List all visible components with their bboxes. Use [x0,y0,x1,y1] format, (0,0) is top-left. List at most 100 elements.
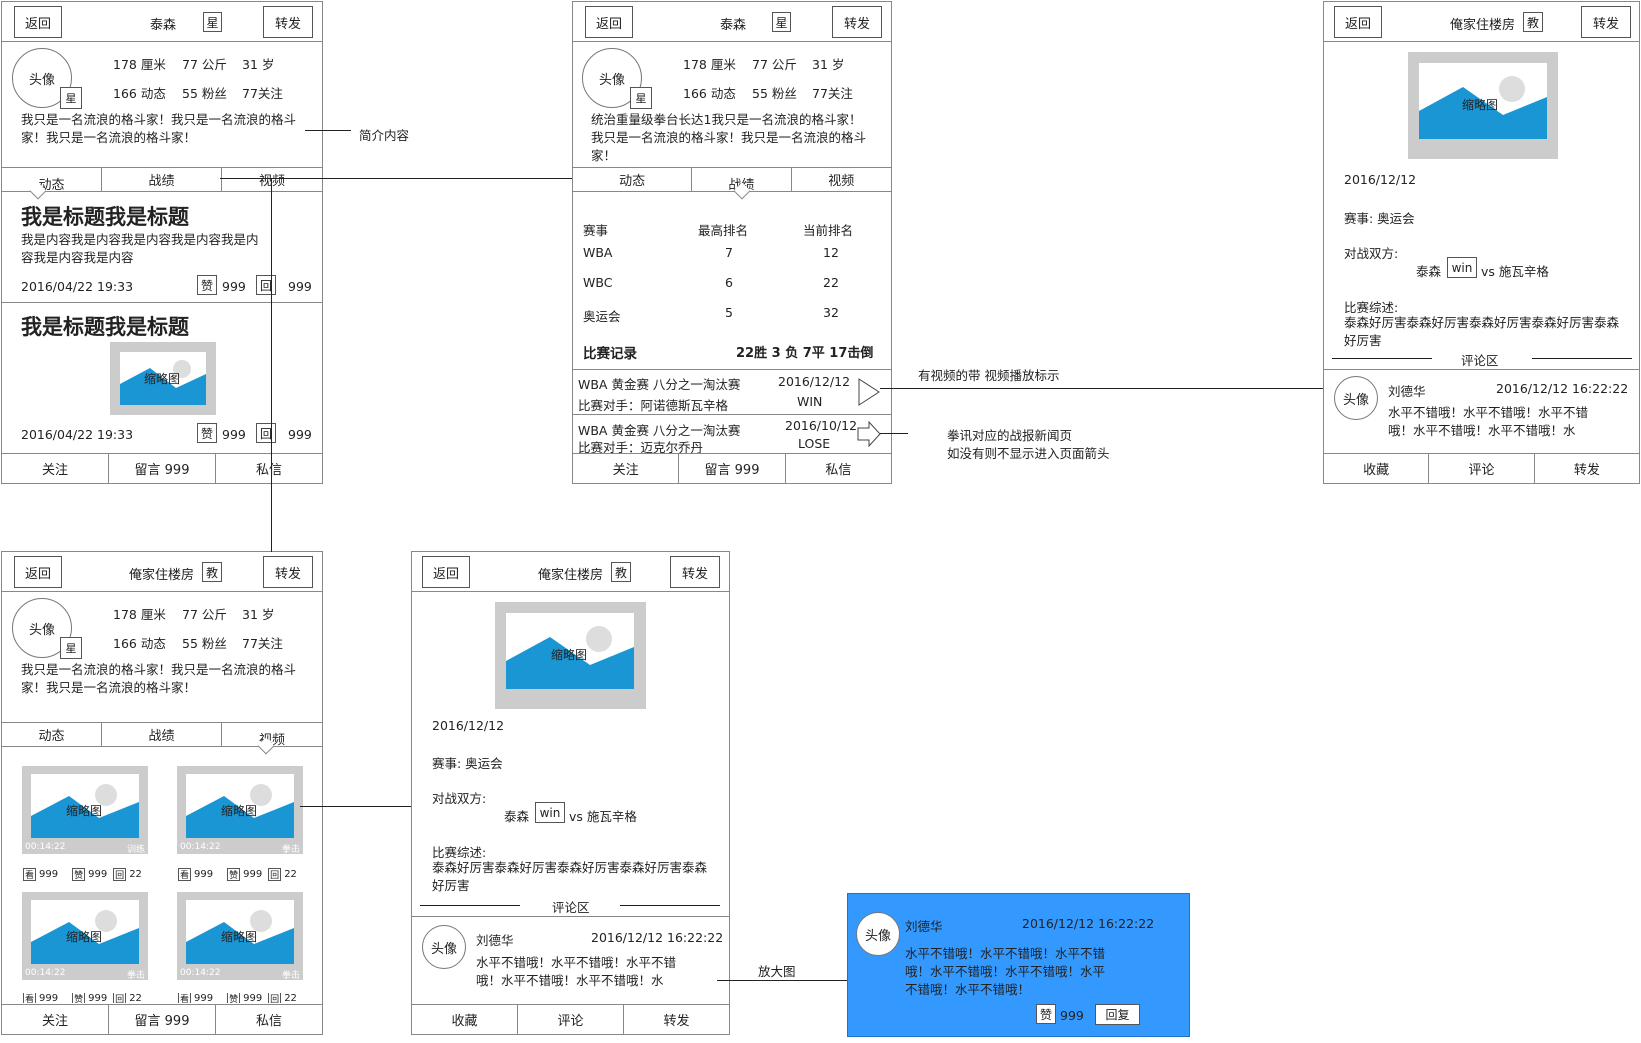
message-button[interactable]: 留言 999 [109,1005,216,1034]
back-button[interactable]: 返回 [1334,6,1382,38]
post-content: 我是内容我是内容我是内容我是内容我是内容我是内容我是内容 [21,232,259,265]
thumbnail-image[interactable]: 缩略图 [495,602,646,709]
forward-button[interactable]: 转发 [263,6,313,38]
match-result: LOSE [798,436,831,451]
tab-video[interactable]: 视频 [792,168,891,191]
tab-dynamic[interactable]: 动态 [2,168,102,200]
follow-button[interactable]: 关注 [2,1005,109,1034]
page-title: 俺家住楼房 [1450,18,1516,33]
versus-label: 对战双方: [432,791,487,806]
posts-count[interactable]: 166 动态 [113,633,166,652]
like-button[interactable]: 赞 [227,993,241,1003]
commenter-avatar[interactable]: 头像 [422,925,466,969]
table-cell: 7 [725,245,733,260]
forward-button[interactable]: 转发 [624,1005,729,1034]
back-button[interactable]: 返回 [14,556,62,588]
tab-dynamic[interactable]: 动态 [2,723,102,746]
like-button[interactable]: 赞 [72,993,86,1003]
like-button[interactable]: 赞 [197,423,217,443]
video-thumbnail[interactable]: 缩略图 00:14:22 拳击 [177,892,303,981]
table-header: 赛事 [583,223,609,238]
event-label: 赛事: 奥运会 [432,756,503,771]
video-thumbnail[interactable]: 缩略图 00:14:22 拳击 [177,766,303,855]
view-icon: 看 [178,868,191,881]
follow-button[interactable]: 关注 [573,454,680,483]
collect-button[interactable]: 收藏 [412,1005,518,1034]
thumbnail-label: 缩略图 [66,930,103,944]
back-button[interactable]: 返回 [585,6,633,38]
back-button[interactable]: 返回 [422,556,470,588]
match-row[interactable]: WBA 黄金赛 八分之一淘汰赛 2016/12/12 比赛对手：阿诺德斯瓦辛格 … [573,370,891,414]
age-value: 31 岁 [812,57,845,72]
back-button[interactable]: 返回 [14,6,62,38]
table-cell: 12 [823,245,839,260]
table-header: 最高排名 [698,223,749,238]
fans-count[interactable]: 55 粉丝 [752,83,797,102]
message-button[interactable]: 留言 999 [109,454,216,483]
commenter-avatar[interactable]: 头像 [856,912,900,956]
tab-record[interactable]: 战绩 [102,723,222,746]
win-badge: win [535,802,565,823]
collect-button[interactable]: 收藏 [1324,454,1430,483]
comment-text: 水平不错哦！水平不错哦！水平不错哦！水平不错哦！水平不错哦！水 [1388,405,1589,438]
height-value: 178 厘米 [683,57,736,72]
like-button[interactable]: 赞 [197,275,217,295]
tab-record[interactable]: 战绩 [102,168,222,191]
private-message-button[interactable]: 私信 [786,454,891,483]
match-date: 2016/12/12 [778,374,851,389]
play-icon[interactable] [858,378,880,406]
tab-video[interactable]: 视频 [222,168,322,191]
reply-button[interactable]: 回 [268,993,282,1003]
comment-text: 水平不错哦！水平不错哦！水平不错哦！水平不错哦！水平不错哦！水平不错哦！水平不错… [905,946,1106,997]
comment-time: 2016/12/12 16:22:22 [591,930,724,945]
comment-button[interactable]: 评论 [518,1005,624,1034]
video-thumbnail[interactable]: 缩略图 00:14:22 训练 [22,766,148,855]
video-thumbnail[interactable]: 缩略图 00:14:22 拳击 [22,892,148,981]
reply-count: 22 [129,993,142,1003]
match-row[interactable]: WBA 黄金赛 八分之一淘汰赛 2016/10/12 比赛对手：迈克尔乔丹 LO… [573,415,891,455]
post-time: 2016/04/22 19:33 [21,279,134,294]
screen-match-detail: 返回 俺家住楼房 教 转发 缩略图 2016/12/12 赛事: 奥运会 对战双… [1323,1,1640,484]
fans-count[interactable]: 55 粉丝 [182,83,227,102]
tab-record[interactable]: 战绩 [692,168,792,200]
arrow-right-icon[interactable] [857,421,881,447]
reply-button[interactable]: 回 [268,868,282,881]
forward-button[interactable]: 转发 [263,556,313,588]
forward-button[interactable]: 转发 [1535,454,1639,483]
private-message-button[interactable]: 私信 [216,454,322,483]
follows-count[interactable]: 77关注 [242,633,283,652]
follows-count[interactable]: 77关注 [242,83,283,102]
weight-value: 77 公斤 [752,57,797,72]
reply-button[interactable]: 回 [113,993,127,1003]
private-message-button[interactable]: 私信 [216,1005,322,1034]
tab-bar: 动态 战绩 视频 [573,167,891,200]
reply-button[interactable]: 回 [113,868,127,881]
connector-line [271,178,272,552]
reply-button[interactable]: 回 [256,423,276,443]
follow-button[interactable]: 关注 [2,454,109,483]
message-button[interactable]: 留言 999 [679,454,786,483]
follows-count[interactable]: 77关注 [812,83,853,102]
record-label: 比赛记录 [583,346,637,362]
table-cell: 22 [823,275,839,290]
comment-button[interactable]: 评论 [1429,454,1535,483]
tab-dynamic[interactable]: 动态 [573,168,693,191]
thumbnail-image[interactable]: 缩略图 [110,342,216,415]
like-count: 999 [243,993,263,1003]
forward-button[interactable]: 转发 [670,556,720,588]
forward-button[interactable]: 转发 [832,6,882,38]
reply-button[interactable]: 回 [256,275,276,295]
posts-count[interactable]: 166 动态 [683,83,736,102]
commenter-avatar[interactable]: 头像 [1334,376,1378,420]
divider [1532,358,1632,359]
forward-button[interactable]: 转发 [1581,6,1631,38]
like-button[interactable]: 赞 [227,868,241,881]
like-button[interactable]: 赞 [72,868,86,881]
thumbnail-image[interactable]: 缩略图 [1408,52,1558,159]
tab-video[interactable]: 视频 [222,723,322,755]
reply-button[interactable]: 回复 [1095,1004,1140,1025]
view-count: 999 [39,869,59,880]
like-button[interactable]: 赞 [1036,1004,1056,1024]
fans-count[interactable]: 55 粉丝 [182,633,227,652]
posts-count[interactable]: 166 动态 [113,83,166,102]
